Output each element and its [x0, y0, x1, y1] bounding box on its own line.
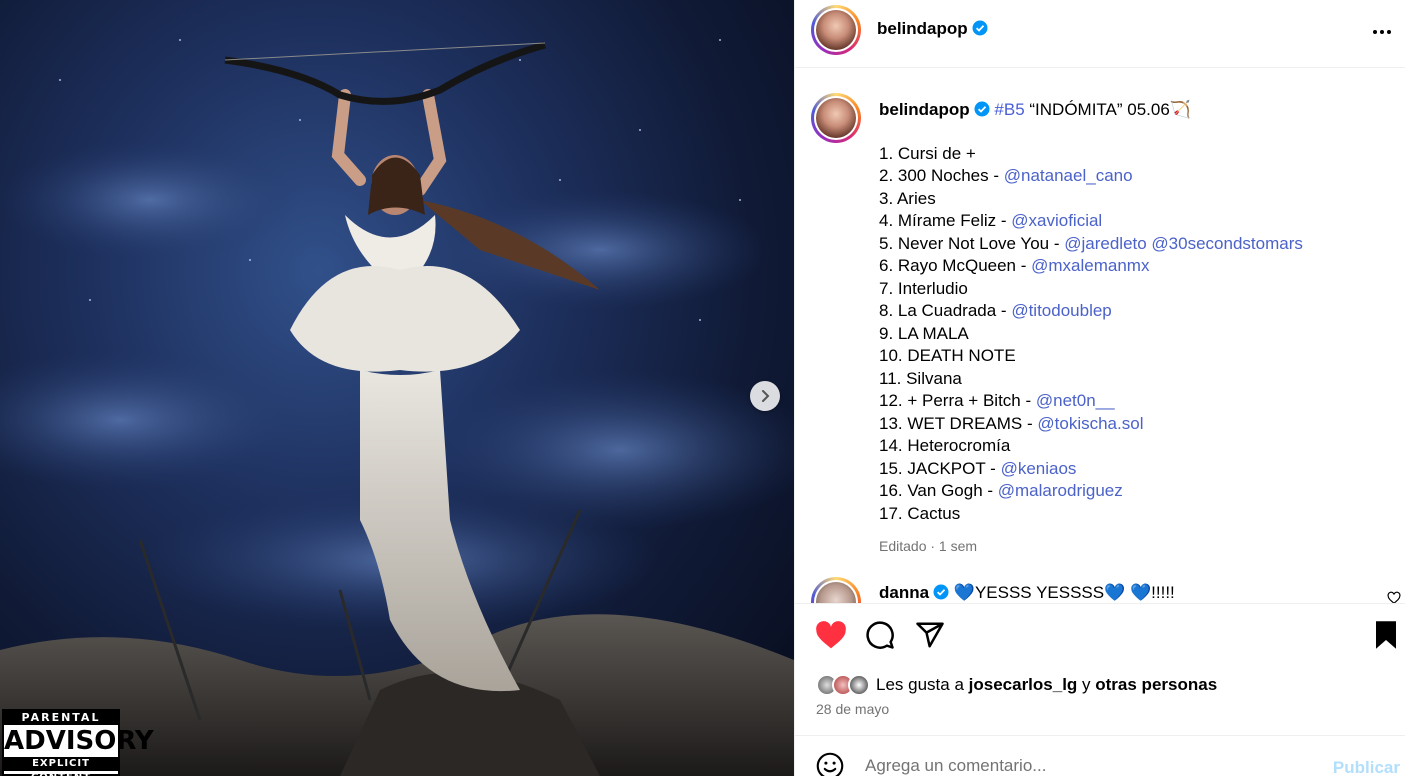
mention-link[interactable]: @jaredleto @30secondstomars: [1064, 234, 1303, 253]
next-slide-button[interactable]: [750, 381, 780, 411]
likes-summary: Les gusta a josecarlos_lg y otras person…: [816, 670, 1217, 700]
caption-title: “INDÓMITA” 05.06🏹: [1024, 100, 1191, 119]
caption-hashtag[interactable]: #B5: [994, 100, 1024, 119]
post-image[interactable]: PARENTAL ADVISORY EXPLICIT CONTENT: [0, 0, 794, 776]
advisory-line-2: ADVISORY: [4, 726, 154, 756]
post-photo-scene: [0, 39, 794, 776]
comment-button[interactable]: [865, 620, 895, 655]
save-button[interactable]: [1373, 620, 1399, 655]
track-item: 17. Cactus: [879, 503, 961, 523]
comment-like-icon[interactable]: [1387, 591, 1401, 603]
more-options-button[interactable]: [1372, 22, 1392, 47]
caption-author-avatar[interactable]: [811, 93, 861, 143]
track-item: 14. Heterocromía: [879, 436, 1011, 455]
emoji-icon: [816, 752, 844, 776]
author-username-row[interactable]: belindapop: [877, 19, 988, 39]
mention-link[interactable]: @natanael_cano: [1004, 166, 1133, 185]
track-item: 2. 300 Noches - @natanael_cano: [879, 166, 1133, 185]
verified-badge-icon: [974, 101, 990, 117]
caption-meta: Editado · 1 sem: [879, 538, 978, 554]
comment-text-row: danna 💙YESSS YESSSS💙 💙!!!!!: [879, 583, 1175, 603]
add-comment-bar: Publicar: [795, 735, 1405, 776]
mention-link[interactable]: @tokischa.sol: [1037, 414, 1143, 433]
share-icon: [916, 622, 944, 648]
comment-icon: [866, 621, 894, 649]
comment-text: 💙YESSS YESSSS💙 💙!!!!!: [949, 583, 1175, 602]
track-item: 16. Van Gogh - @malarodriguez: [879, 481, 1123, 500]
mention-link[interactable]: @mxalemanmx: [1031, 256, 1149, 275]
track-item: 12. + Perra + Bitch - @net0n__: [879, 391, 1115, 410]
post-side-panel: belindapop belindapop #B5 “INDÓMITA” 05.…: [794, 0, 1405, 776]
verified-badge-icon: [972, 20, 988, 36]
emoji-button[interactable]: [816, 752, 844, 776]
comment-input[interactable]: [865, 756, 1315, 776]
track-item: 6. Rayo McQueen - @mxalemanmx: [879, 256, 1150, 275]
publish-comment-button[interactable]: Publicar: [1333, 758, 1400, 776]
track-item: 7. Interludio: [879, 278, 968, 298]
share-button[interactable]: [915, 620, 945, 655]
liker-avatars[interactable]: [816, 674, 870, 696]
track-item: 11. Silvana: [879, 368, 962, 388]
track-item: 10. DEATH NOTE: [879, 346, 1016, 365]
heart-filled-icon: [816, 621, 846, 649]
track-item: 1. Cursi de +: [879, 143, 976, 163]
post-header: belindapop: [795, 0, 1405, 68]
like-button[interactable]: [815, 620, 847, 655]
track-item: 3. Aries: [879, 188, 936, 208]
track-item: 4. Mírame Feliz - @xavioficial: [879, 211, 1103, 230]
more-options-icon: [1373, 30, 1391, 34]
caption-username[interactable]: belindapop: [879, 100, 970, 119]
track-item: 13. WET DREAMS - @tokischa.sol: [879, 413, 1144, 433]
track-item: 9. LA MALA: [879, 323, 969, 343]
track-item: 5. Never Not Love You - @jaredleto @30se…: [879, 233, 1303, 253]
other-likers-link[interactable]: otras personas: [1095, 675, 1217, 695]
advisory-line-1: PARENTAL: [4, 711, 118, 725]
author-username[interactable]: belindapop: [877, 19, 968, 38]
tracklist: 1. Cursi de + 2. 300 Noches - @natanael_…: [879, 143, 1379, 526]
post-actions-bar: [795, 603, 1405, 663]
post-caption: belindapop #B5 “INDÓMITA” 05.06🏹 1. Curs…: [879, 99, 1379, 558]
parental-advisory-label: PARENTAL ADVISORY EXPLICIT CONTENT: [2, 709, 154, 776]
track-item: 8. La Cuadrada - @titodoublep: [879, 301, 1112, 320]
comments-area[interactable]: belindapop #B5 “INDÓMITA” 05.06🏹 1. Curs…: [795, 69, 1405, 603]
post-date[interactable]: 28 de mayo: [816, 701, 889, 717]
likes-middle: y: [1077, 675, 1096, 694]
commenter-avatar[interactable]: [811, 577, 861, 603]
mention-link[interactable]: @titodoublep: [1011, 301, 1111, 320]
liker-username[interactable]: josecarlos_lg: [969, 675, 1078, 695]
caption-first-line: belindapop #B5 “INDÓMITA” 05.06🏹: [879, 99, 1379, 122]
advisory-line-3: EXPLICIT CONTENT: [4, 757, 118, 776]
mention-link[interactable]: @keniaos: [1001, 459, 1077, 478]
mention-link[interactable]: @net0n__: [1036, 391, 1115, 410]
track-item: 15. JACKPOT - @keniaos: [879, 458, 1077, 478]
chevron-right-icon: [762, 390, 770, 402]
verified-badge-icon: [933, 584, 949, 600]
commenter-username[interactable]: danna: [879, 583, 929, 602]
bookmark-icon: [1376, 621, 1396, 649]
mention-link[interactable]: @xavioficial: [1011, 211, 1102, 230]
likes-prefix: Les gusta a: [876, 675, 964, 694]
author-avatar[interactable]: [811, 5, 861, 55]
mention-link[interactable]: @malarodriguez: [998, 481, 1123, 500]
